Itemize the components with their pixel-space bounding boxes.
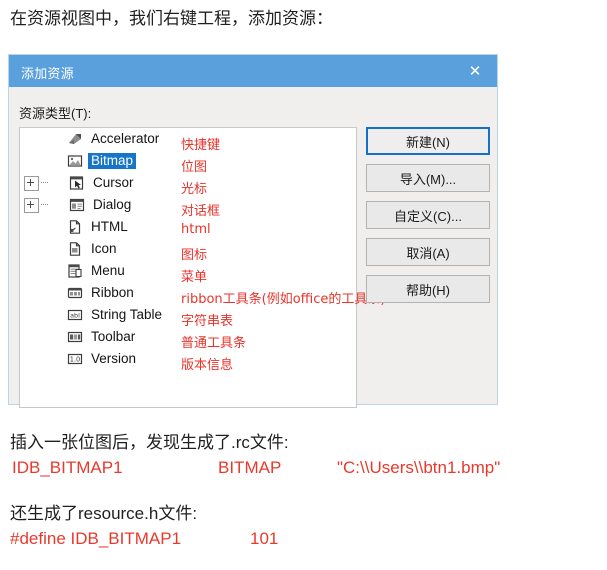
resource-type-label: 资源类型(T):	[19, 106, 92, 121]
svg-text:1.0: 1.0	[70, 356, 81, 364]
rc-caption: 插入一张位图后，发现生成了.rc文件:	[10, 433, 289, 452]
header-caption: 还生成了resource.h文件:	[10, 504, 198, 523]
import-button[interactable]: 导入(M)...	[366, 164, 490, 192]
tree-item-label: String Table	[91, 307, 163, 322]
dialog-title: 添加资源	[21, 66, 74, 81]
tree-connector	[41, 182, 48, 184]
icon-file-icon	[69, 242, 81, 256]
page-heading: 在资源视图中，我们右键工程，添加资源：	[10, 9, 333, 28]
menu-icon	[68, 264, 82, 278]
cursor-icon	[69, 176, 84, 190]
tree-item-label: Toolbar	[91, 329, 136, 344]
tree-item-label: Icon	[91, 241, 117, 256]
annotation-html: html	[181, 222, 211, 237]
annotation-version: 版本信息	[181, 358, 234, 373]
expand-plus-icon[interactable]	[24, 175, 39, 191]
bitmap-icon	[67, 155, 83, 167]
dialog-body: 资源类型(T): Accelerator Bitmap Cursor Dialo…	[9, 87, 497, 408]
header-define: #define IDB_BITMAP1	[10, 529, 182, 548]
tree-item-label: HTML	[91, 219, 128, 234]
rc-resource-type: BITMAP	[218, 458, 282, 477]
tree-item-label: Menu	[91, 263, 125, 278]
rc-resource-id: IDB_BITMAP1	[12, 458, 123, 477]
annotation-accelerator: 快捷键	[181, 138, 221, 153]
annotation-toolbar: 普通工具条	[181, 336, 247, 351]
annotation-cursor: 光标	[181, 182, 208, 197]
string-table-icon: abl	[67, 309, 83, 321]
toolbar-icon	[67, 331, 83, 343]
tree-item-label: Cursor	[93, 175, 134, 190]
rc-resource-path: "C:\\Users\\btn1.bmp"	[337, 458, 501, 477]
ribbon-icon	[67, 287, 83, 299]
annotation-dialog: 对话框	[181, 204, 221, 219]
cancel-button[interactable]: 取消(A)	[366, 238, 490, 266]
tree-item-label: Accelerator	[91, 131, 160, 146]
close-icon[interactable]: ✕	[453, 55, 497, 87]
accelerator-icon	[69, 134, 81, 144]
dialog-titlebar: 添加资源 ✕	[9, 55, 497, 87]
header-define-value: 101	[250, 529, 279, 548]
tree-item-label: Dialog	[93, 197, 132, 212]
annotation-bitmap: 位图	[181, 160, 208, 175]
help-button[interactable]: 帮助(H)	[366, 275, 490, 303]
html-icon	[69, 220, 81, 234]
expand-plus-icon[interactable]	[24, 197, 39, 213]
version-icon: 1.0	[67, 353, 83, 365]
customize-button[interactable]: 自定义(C)...	[366, 201, 490, 229]
add-resource-dialog: 添加资源 ✕ 资源类型(T): Accelerator Bitmap Curso…	[8, 54, 498, 408]
dialog-icon	[69, 198, 85, 212]
annotation-string-table: 字符串表	[181, 314, 234, 329]
new-button[interactable]: 新建(N)	[366, 127, 490, 155]
tree-item-label: Bitmap	[88, 153, 137, 169]
svg-text:abl: abl	[70, 312, 80, 320]
annotation-icon: 图标	[181, 248, 208, 263]
annotation-ribbon: ribbon工具条(例如office的工具条)	[181, 292, 386, 307]
tree-item-label: Version	[91, 351, 137, 366]
tree-connector	[41, 204, 48, 206]
tree-item-label: Ribbon	[91, 285, 134, 300]
annotation-menu: 菜单	[181, 270, 208, 285]
